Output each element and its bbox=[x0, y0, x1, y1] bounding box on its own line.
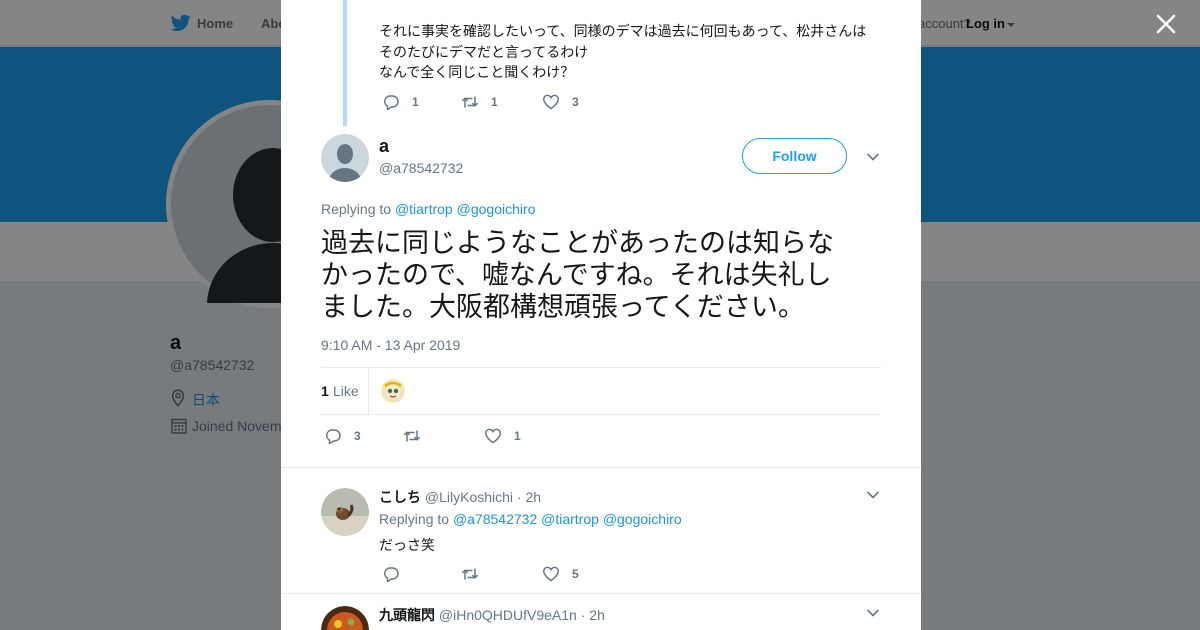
reply-icon[interactable] bbox=[324, 427, 342, 445]
parent-tweet-line: それに事実を確認したいって、同様のデマは過去に何回もあって、松井さんは bbox=[379, 23, 867, 39]
reply-icon[interactable] bbox=[382, 565, 400, 583]
reply-actions: 5 bbox=[382, 564, 579, 584]
default-avatar-icon bbox=[321, 134, 369, 182]
tweet-stats: 1 Like bbox=[321, 367, 881, 415]
liker-avatar-image bbox=[381, 379, 405, 403]
tweet-text: 過去に同じようなことがあったのは知らな かったので、嘘なんですね。それは失礼し … bbox=[321, 227, 881, 323]
conversation-thread-line bbox=[343, 0, 347, 126]
reply-button[interactable] bbox=[382, 565, 461, 583]
reply-author-handle[interactable]: @LilyKoshichi bbox=[425, 489, 513, 505]
separator-dot: · bbox=[516, 489, 522, 505]
reply-divider bbox=[281, 593, 921, 594]
reply-header: 九頭龍閃 @iHn0QHDUfV9eA1n · 2h bbox=[379, 605, 605, 625]
like-count: 3 bbox=[572, 95, 579, 109]
mention-link[interactable]: @gogoichiro bbox=[603, 511, 682, 527]
tweet-author-name[interactable]: a bbox=[379, 136, 389, 157]
tweet-author-avatar[interactable] bbox=[321, 134, 369, 182]
reply-author-avatar[interactable] bbox=[321, 488, 369, 536]
replying-to: Replying to @tiartrop @gogoichiro bbox=[321, 201, 535, 217]
stats-like-label[interactable]: Like bbox=[333, 383, 359, 399]
reply-count: 3 bbox=[354, 429, 361, 443]
retweet-icon[interactable] bbox=[403, 427, 421, 445]
chevron-down-icon[interactable] bbox=[866, 152, 880, 162]
reply-button[interactable]: 1 bbox=[382, 93, 461, 111]
like-count: 1 bbox=[514, 429, 521, 443]
close-icon[interactable] bbox=[1154, 12, 1178, 36]
mention-link[interactable]: @tiartrop bbox=[395, 201, 453, 217]
reply-icon[interactable] bbox=[382, 93, 400, 111]
tweet-modal: それに事実を確認したいって、同様のデマは過去に何回もあって、松井さんは そのたび… bbox=[281, 0, 921, 630]
retweet-button[interactable] bbox=[403, 427, 484, 445]
reply-count: 1 bbox=[412, 95, 419, 109]
reply-author-name[interactable]: 九頭龍閃 bbox=[379, 607, 435, 623]
tweet-text-line: ました。大阪都構想頑張ってください。 bbox=[321, 292, 805, 322]
like-button[interactable]: 3 bbox=[542, 93, 579, 111]
heart-icon[interactable] bbox=[542, 565, 560, 583]
chevron-down-icon[interactable] bbox=[866, 608, 880, 618]
parent-tweet-text: それに事実を確認したいって、同様のデマは過去に何回もあって、松井さんは そのたび… bbox=[379, 21, 879, 83]
replies-divider bbox=[281, 467, 921, 468]
heart-icon[interactable] bbox=[542, 93, 560, 111]
food-avatar-image bbox=[321, 606, 369, 630]
retweet-button[interactable]: 1 bbox=[461, 93, 542, 111]
reply-time[interactable]: 2h bbox=[525, 489, 541, 505]
mention-link[interactable]: @gogoichiro bbox=[457, 201, 536, 217]
reply-replying-to: Replying to @a78542732 @tiartrop @gogoic… bbox=[379, 511, 682, 527]
like-button[interactable]: 1 bbox=[484, 427, 521, 445]
retweet-icon[interactable] bbox=[461, 93, 479, 111]
follow-button[interactable]: Follow bbox=[742, 138, 847, 174]
reply-author-handle[interactable]: @iHn0QHDUfV9eA1n bbox=[439, 607, 577, 623]
like-count: 5 bbox=[572, 567, 579, 581]
chevron-down-icon[interactable] bbox=[866, 490, 880, 500]
replying-to-label: Replying to bbox=[321, 201, 392, 217]
tweet-text-line: かったので、嘘なんですね。それは失礼し bbox=[321, 260, 832, 290]
replying-to-label: Replying to bbox=[379, 511, 450, 527]
parent-tweet-line: そのたびにデマだと言ってるわけ bbox=[379, 43, 589, 60]
tweet-actions: 3 1 bbox=[324, 426, 521, 446]
mention-link[interactable]: @a78542732 bbox=[453, 511, 537, 527]
mention-link[interactable]: @tiartrop bbox=[541, 511, 599, 527]
reply-time[interactable]: 2h bbox=[589, 607, 605, 623]
reply-author-avatar[interactable] bbox=[321, 606, 369, 630]
retweet-count: 1 bbox=[491, 95, 498, 109]
heart-icon[interactable] bbox=[484, 427, 502, 445]
retweet-icon[interactable] bbox=[461, 565, 479, 583]
reply-header: こしち @LilyKoshichi · 2h bbox=[379, 487, 541, 507]
reply-text: だっさ笑 bbox=[379, 537, 435, 553]
stats-like-count[interactable]: 1 bbox=[321, 383, 329, 399]
liker-avatar[interactable] bbox=[381, 379, 405, 403]
tweet-timestamp[interactable]: 9:10 AM - 13 Apr 2019 bbox=[321, 337, 460, 353]
tweet-text-line: 過去に同じようなことがあったのは知らな bbox=[321, 228, 834, 258]
retweet-button[interactable] bbox=[461, 565, 542, 583]
parent-tweet-actions: 1 1 3 bbox=[382, 92, 579, 112]
stats-divider bbox=[368, 368, 369, 414]
separator-dot: · bbox=[580, 607, 586, 623]
reply-author-name[interactable]: こしち bbox=[379, 489, 421, 505]
reply-button[interactable]: 3 bbox=[324, 427, 403, 445]
like-button[interactable]: 5 bbox=[542, 565, 579, 583]
chipmunk-avatar-image bbox=[321, 488, 369, 536]
parent-tweet-line: なんで全く同じこと聞くわけ？ bbox=[379, 64, 575, 80]
tweet-author-handle[interactable]: @a78542732 bbox=[379, 160, 463, 176]
